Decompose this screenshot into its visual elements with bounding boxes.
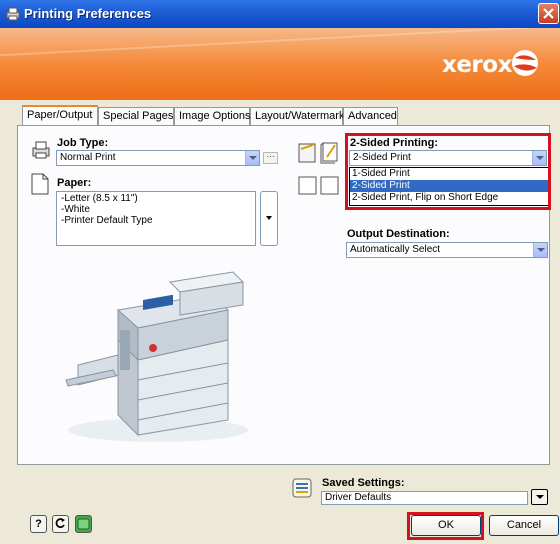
job-type-value: Normal Print xyxy=(60,152,116,163)
close-icon xyxy=(543,8,554,19)
two-sided-dropdown[interactable]: 2-Sided Print xyxy=(349,150,547,166)
tab-label: Paper/Output xyxy=(27,109,93,121)
paper-label: Paper: xyxy=(57,177,92,189)
tab-advanced[interactable]: Advanced xyxy=(343,107,398,125)
tab-label: Layout/Watermark xyxy=(255,110,345,122)
chevron-down-icon xyxy=(532,151,546,165)
blank-pages-icon xyxy=(298,176,339,195)
ok-button[interactable]: OK xyxy=(411,515,481,536)
cancel-button[interactable]: Cancel xyxy=(489,515,559,536)
saved-settings-label: Saved Settings: xyxy=(322,477,405,489)
chevron-down-icon xyxy=(245,151,259,165)
chevron-down-icon xyxy=(533,243,547,257)
two-sided-options-list: 1-Sided Print 2-Sided Print 2-Sided Prin… xyxy=(349,167,549,206)
output-destination-dropdown[interactable]: Automatically Select xyxy=(346,242,548,258)
xerox-logo-text: xerox xyxy=(442,52,512,78)
printer-icon xyxy=(32,141,50,159)
title-bar[interactable]: Printing Preferences xyxy=(0,0,560,28)
two-sided-label: 2-Sided Printing: xyxy=(350,137,438,149)
restore-icon xyxy=(55,518,65,528)
option-1-sided-print[interactable]: 1-Sided Print xyxy=(350,168,548,180)
tab-paper-output[interactable]: Paper/Output xyxy=(22,105,98,126)
paper-menu-button[interactable] xyxy=(260,191,278,246)
restore-defaults-button[interactable] xyxy=(52,515,69,533)
paper-color-line: -White xyxy=(61,204,90,215)
duplex-pages-icon xyxy=(298,142,338,164)
printer-app-icon xyxy=(6,7,20,21)
saved-settings-icon xyxy=(292,478,312,498)
paper-type-line: -Printer Default Type xyxy=(61,215,153,226)
saved-settings-field[interactable]: Driver Defaults xyxy=(321,491,528,505)
window-title: Printing Preferences xyxy=(24,6,152,21)
xerox-printer-illustration-icon xyxy=(65,271,248,442)
status-button[interactable] xyxy=(75,515,92,533)
help-button[interactable]: ? xyxy=(30,515,47,533)
printing-preferences-dialog: Printing Preferences xerox Paper/Output … xyxy=(0,0,560,544)
tab-label: Image Options xyxy=(179,110,251,122)
output-destination-label: Output Destination: xyxy=(347,228,450,240)
job-type-label: Job Type: xyxy=(57,137,109,149)
output-destination-value: Automatically Select xyxy=(350,244,441,255)
job-type-options-button[interactable]: ··· xyxy=(263,152,278,164)
option-2-sided-flip-short-edge[interactable]: 2-Sided Print, Flip on Short Edge xyxy=(350,192,548,204)
option-2-sided-print[interactable]: 2-Sided Print xyxy=(350,180,548,192)
tab-layout-watermark[interactable]: Layout/Watermark xyxy=(250,107,345,125)
paper-size-line: -Letter (8.5 x 11") xyxy=(61,193,138,204)
close-button[interactable] xyxy=(538,3,559,24)
tab-label: Advanced xyxy=(348,110,397,122)
saved-settings-value: Driver Defaults xyxy=(325,492,392,503)
saved-settings-menu-button[interactable] xyxy=(531,489,548,505)
tab-label: Special Pages xyxy=(103,110,174,122)
tab-special-pages[interactable]: Special Pages xyxy=(98,107,174,125)
tab-image-options[interactable]: Image Options xyxy=(174,107,251,125)
xerox-sphere-icon xyxy=(512,50,538,76)
status-icon xyxy=(77,518,90,530)
paper-summary-box[interactable]: -Letter (8.5 x 11") -White -Printer Defa… xyxy=(56,191,256,246)
two-sided-value: 2-Sided Print xyxy=(353,152,411,163)
paper-page-icon xyxy=(31,173,49,195)
job-type-dropdown[interactable]: Normal Print xyxy=(56,150,260,166)
